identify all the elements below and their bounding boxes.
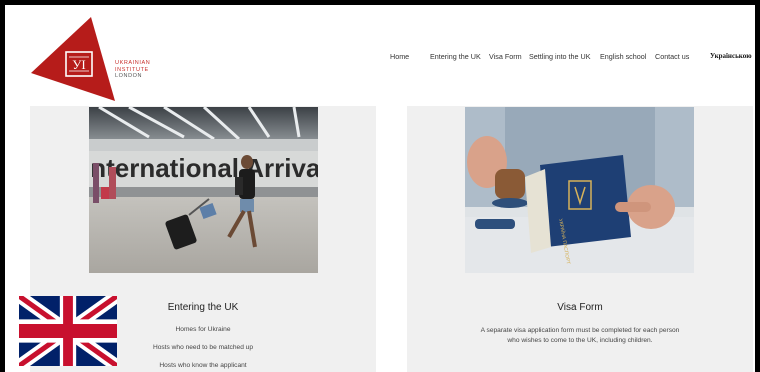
nav-english-school[interactable]: English school <box>600 52 646 61</box>
page-frame: УІ UKRAINIAN INSTITUTE LONDON Home Enter… <box>5 5 755 372</box>
triangle-logo-icon: УІ <box>31 17 115 101</box>
site-logo[interactable]: УІ UKRAINIAN INSTITUTE LONDON <box>27 15 167 105</box>
nav-settling-into-the-uk[interactable]: Settling into the UK <box>529 52 591 61</box>
arrivals-photo[interactable]: International Arrivals <box>89 107 318 273</box>
logo-line-3: LONDON <box>115 73 143 79</box>
logo-wordmark: UKRAINIAN INSTITUTE LONDON <box>115 60 150 80</box>
nav-language-ukrainian[interactable]: Українською <box>710 52 752 60</box>
svg-text:УІ: УІ <box>72 57 86 72</box>
svg-text:International Arrivals: International Arrivals <box>89 153 318 183</box>
nav-contact-us[interactable]: Contact us <box>655 52 689 61</box>
logo-line-1: UKRAINIAN <box>115 60 151 66</box>
uk-flag-icon[interactable] <box>16 289 120 372</box>
nav-entering-the-uk[interactable]: Entering the UK <box>430 52 481 61</box>
passport-photo[interactable]: УКРАЇНА ПАСПОРТ <box>465 107 694 273</box>
visa-description: A separate visa application form must be… <box>407 326 753 346</box>
card-visa-form: УКРАЇНА ПАСПОРТ Visa Form A separate vis… <box>407 106 753 372</box>
nav-home[interactable]: Home <box>390 52 409 61</box>
visa-description-line-1: A separate visa application form must be… <box>480 327 680 334</box>
card-title-visa[interactable]: Visa Form <box>407 302 753 313</box>
visa-description-line-2: who wishes to come to the UK, including … <box>507 337 653 344</box>
nav-visa-form[interactable]: Visa Form <box>489 52 522 61</box>
